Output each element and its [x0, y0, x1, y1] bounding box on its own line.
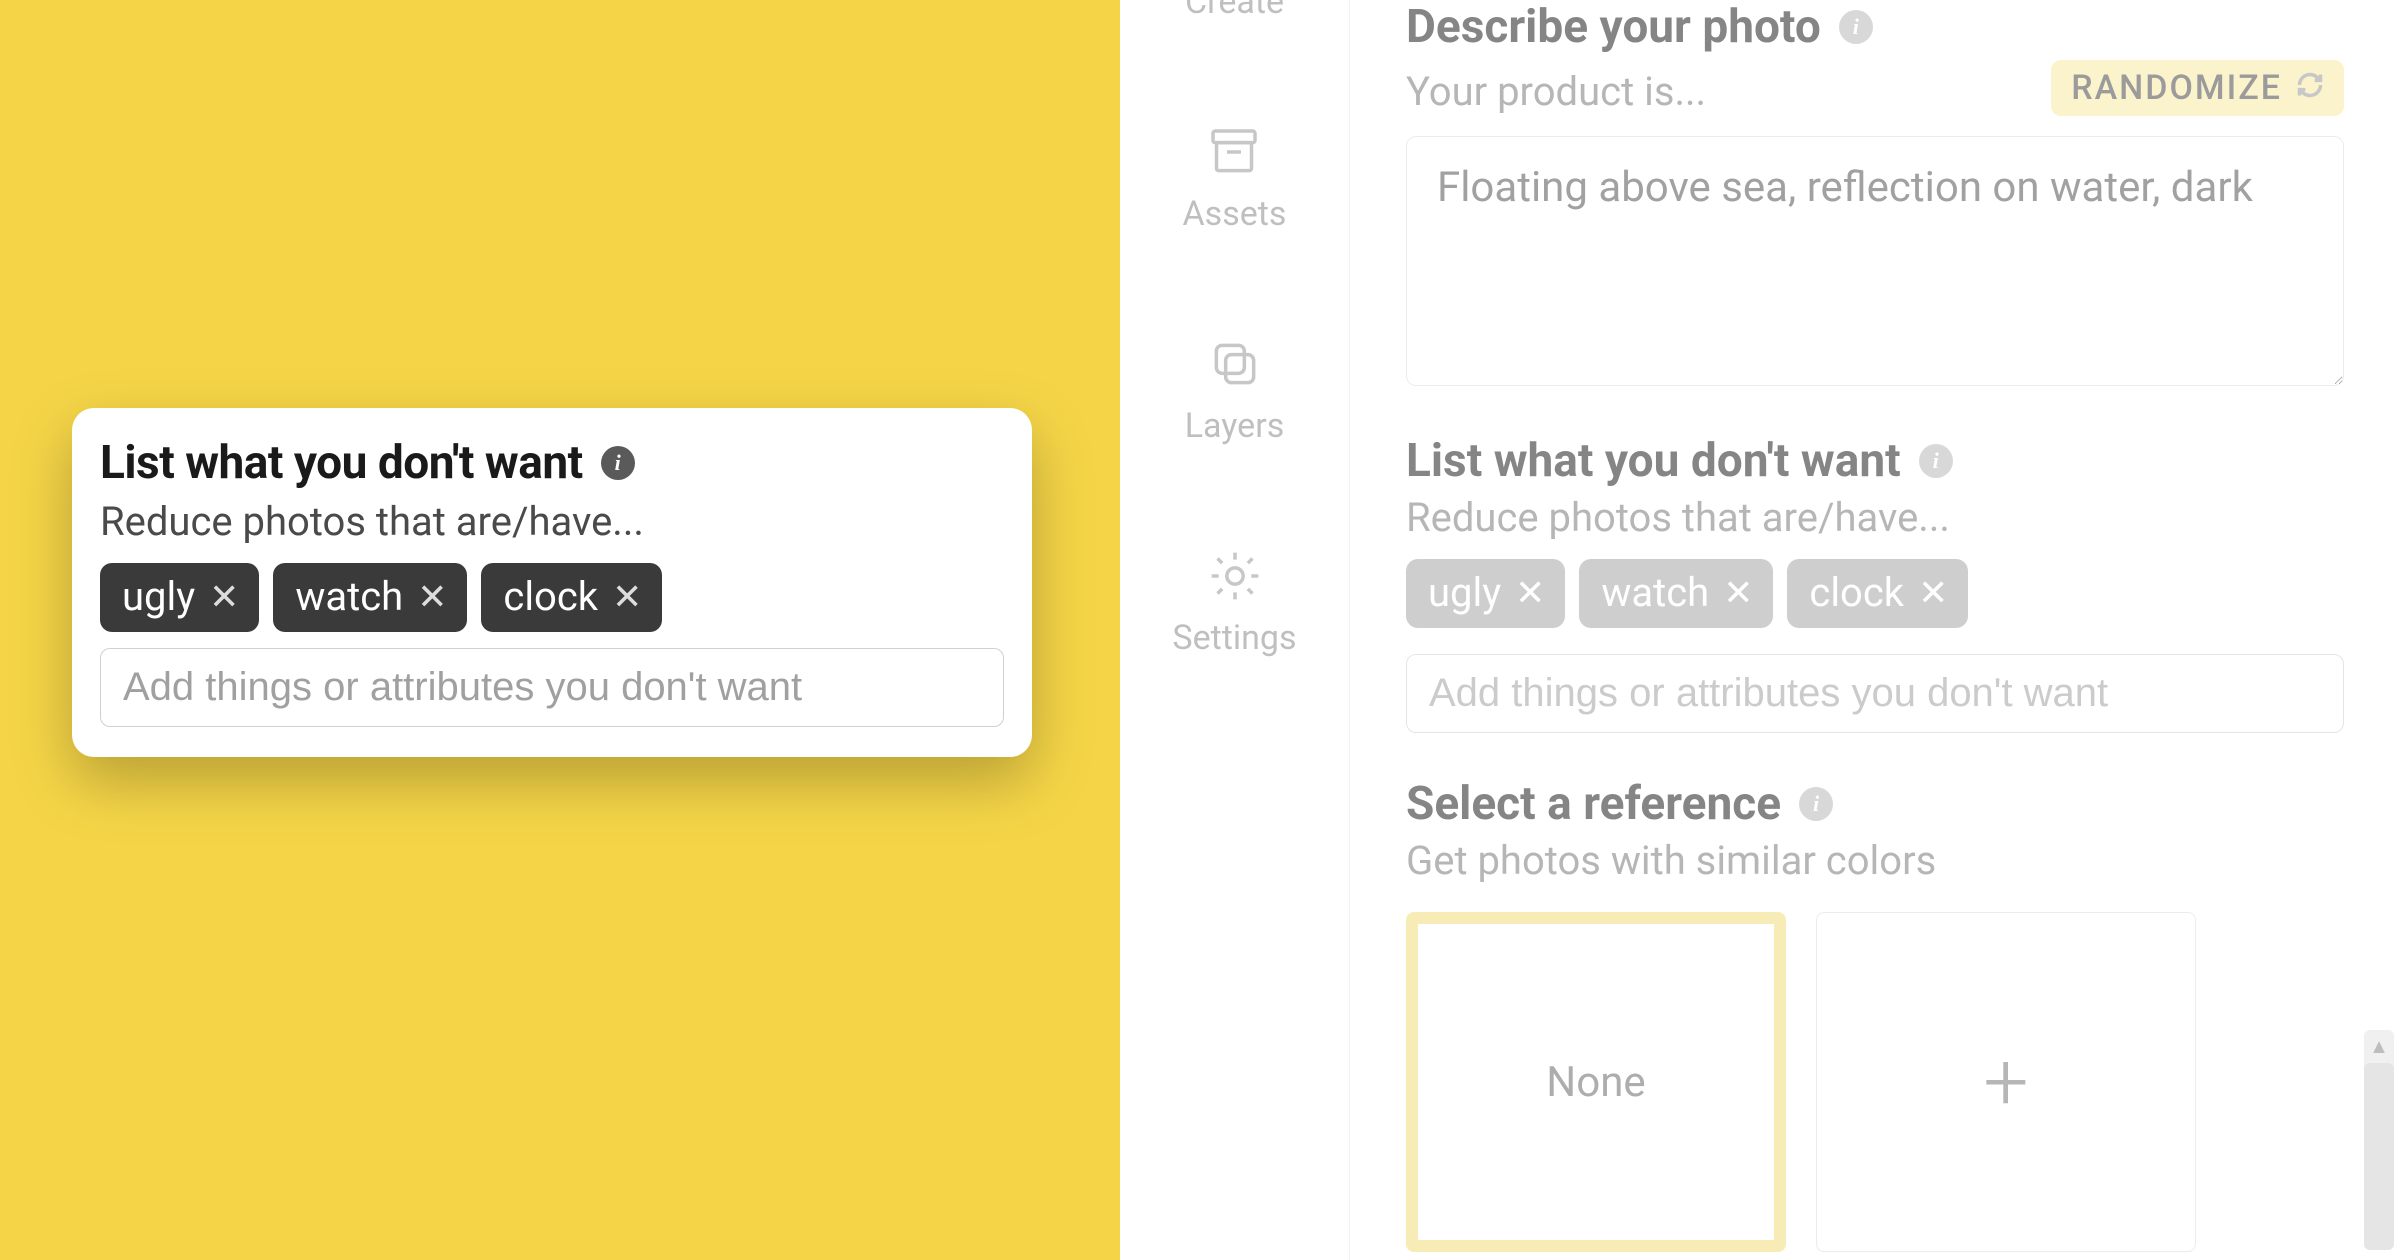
reference-header: Select a reference i — [1406, 777, 2344, 831]
nav-item-layers[interactable]: Layers — [1185, 334, 1285, 446]
chip-watch[interactable]: watch ✕ — [1579, 559, 1773, 628]
chip-label: ugly — [1428, 569, 1501, 616]
callout-subheading: Reduce photos that are/have... — [100, 498, 1004, 545]
reference-row: None + — [1406, 912, 2344, 1252]
randomize-button[interactable]: RANDOMIZE — [2051, 60, 2344, 116]
randomize-label: RANDOMIZE — [2071, 68, 2282, 108]
chip-label: watch — [295, 573, 403, 620]
chip-ugly[interactable]: ugly ✕ — [1406, 559, 1565, 628]
describe-header: Describe your photo i — [1406, 0, 2344, 54]
chip-label: watch — [1601, 569, 1709, 616]
close-icon[interactable]: ✕ — [612, 579, 642, 615]
negative-header: List what you don't want i — [1406, 434, 2344, 488]
nav-item-create-label[interactable]: Create — [1185, 0, 1284, 22]
close-icon[interactable]: ✕ — [417, 579, 447, 615]
callout-header: List what you don't want i — [100, 436, 1004, 490]
close-icon[interactable]: ✕ — [1918, 575, 1948, 611]
chip-clock[interactable]: clock ✕ — [1787, 559, 1968, 628]
negative-prompt-input[interactable] — [100, 648, 1004, 727]
close-icon[interactable]: ✕ — [1515, 575, 1545, 611]
describe-heading: Describe your photo — [1406, 0, 1821, 54]
reference-heading: Select a reference — [1406, 777, 1781, 831]
archive-icon — [1204, 122, 1264, 182]
reference-section: Select a reference i Get photos with sim… — [1406, 777, 2344, 1252]
nav-label: Settings — [1172, 618, 1296, 658]
nav-label: Assets — [1183, 194, 1287, 234]
reference-add-button[interactable]: + — [1816, 912, 2196, 1252]
nav-item-assets[interactable]: Assets — [1183, 122, 1287, 234]
main-content: Describe your photo i Your product is...… — [1350, 0, 2400, 1260]
callout-heading: List what you don't want — [100, 436, 583, 490]
negative-subheading: Reduce photos that are/have... — [1406, 494, 2344, 541]
callout-chip-row: ugly ✕ watch ✕ clock ✕ — [100, 563, 1004, 632]
chip-label: clock — [1809, 569, 1904, 616]
info-icon[interactable]: i — [1919, 444, 1953, 478]
negative-prompt-callout: List what you don't want i Reduce photos… — [72, 408, 1032, 757]
info-icon[interactable]: i — [601, 446, 635, 480]
gear-icon — [1205, 546, 1265, 606]
side-nav: Create Assets Layers — [1120, 0, 1350, 1260]
nav-label: Layers — [1185, 406, 1285, 446]
refresh-icon — [2296, 68, 2324, 108]
negative-heading: List what you don't want — [1406, 434, 1901, 488]
describe-section: Describe your photo i Your product is...… — [1406, 0, 2344, 390]
negative-prompt-input[interactable] — [1406, 654, 2344, 733]
layers-icon — [1205, 334, 1265, 394]
close-icon[interactable]: ✕ — [1723, 575, 1753, 611]
info-icon[interactable]: i — [1839, 10, 1873, 44]
close-icon[interactable]: ✕ — [209, 579, 239, 615]
highlight-panel: List what you don't want i Reduce photos… — [0, 0, 1120, 1260]
info-icon[interactable]: i — [1799, 787, 1833, 821]
app-panel: Create Assets Layers — [1120, 0, 2400, 1260]
chip-label: ugly — [122, 573, 195, 620]
chip-label: clock — [503, 573, 598, 620]
nav-item-settings[interactable]: Settings — [1172, 546, 1296, 658]
scrollbar-thumb[interactable] — [2364, 1063, 2394, 1250]
describe-subheading: Your product is... — [1406, 68, 1706, 115]
negative-section: List what you don't want i Reduce photos… — [1406, 434, 2344, 733]
reference-none-label: None — [1546, 1058, 1645, 1107]
chevron-up-icon[interactable]: ▲ — [2369, 1034, 2389, 1059]
description-textarea[interactable] — [1406, 136, 2344, 386]
plus-icon: + — [1983, 1042, 2028, 1122]
negative-chip-row: ugly ✕ watch ✕ clock ✕ — [1406, 559, 2344, 628]
reference-option-none[interactable]: None — [1406, 912, 1786, 1252]
scrollbar[interactable]: ▲ — [2364, 1030, 2394, 1250]
describe-sub-row: Your product is... RANDOMIZE — [1406, 60, 2344, 116]
chip-watch[interactable]: watch ✕ — [273, 563, 467, 632]
chip-clock[interactable]: clock ✕ — [481, 563, 662, 632]
chip-ugly[interactable]: ugly ✕ — [100, 563, 259, 632]
reference-subheading: Get photos with similar colors — [1406, 837, 2344, 884]
